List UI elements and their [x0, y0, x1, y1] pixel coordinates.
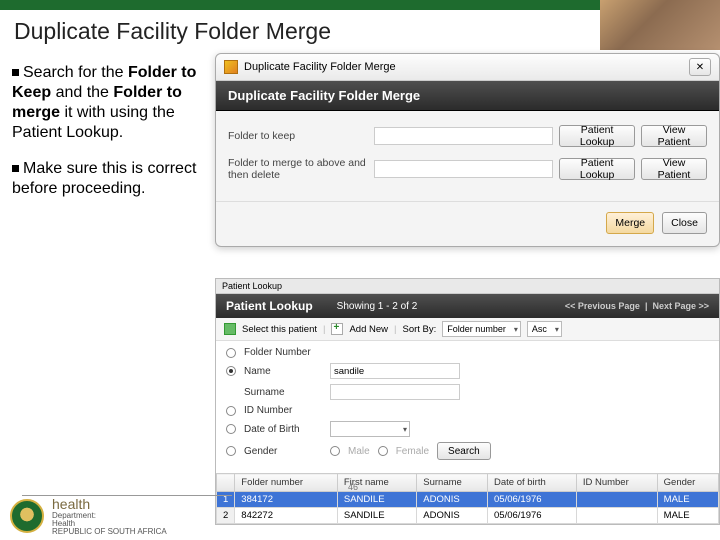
select-icon [224, 323, 236, 335]
page-number: 46 [348, 482, 358, 492]
radio-id[interactable] [226, 406, 236, 416]
sort-field-select[interactable]: Folder number [442, 321, 521, 337]
name-input[interactable] [330, 363, 460, 379]
merge-dialog: Duplicate Facility Folder Merge ✕ Duplic… [215, 53, 720, 247]
table-row[interactable]: 2 842272 SANDILE ADONIS 05/06/1976 MALE [217, 508, 719, 524]
bullet-icon [12, 69, 19, 76]
add-icon [331, 323, 343, 335]
radio-gender[interactable] [226, 446, 236, 456]
folder-keep-input[interactable] [374, 127, 553, 145]
patient-lookup-panel: Patient Lookup Patient Lookup Showing 1 … [215, 278, 720, 525]
search-button[interactable]: Search [437, 442, 491, 460]
footer-branding: health Department: Health REPUBLIC OF SO… [10, 496, 167, 536]
sort-dir-select[interactable]: Asc [527, 321, 562, 337]
surname-input[interactable] [330, 384, 460, 400]
window-title: Duplicate Facility Folder Merge [244, 61, 396, 73]
patient-lookup-button-2[interactable]: Patient Lookup [559, 158, 635, 180]
close-button[interactable]: Close [662, 212, 707, 234]
bullet-2: Make sure this is correct before proceed… [12, 159, 207, 199]
merge-button[interactable]: Merge [606, 212, 654, 234]
app-icon [224, 60, 238, 74]
crest-icon [10, 499, 44, 533]
view-patient-button-2[interactable]: View Patient [641, 158, 707, 180]
sortby-label: Sort By: [403, 324, 437, 335]
dob-picker[interactable] [330, 421, 410, 437]
table-row[interactable]: 1 384172 SANDILE ADONIS 05/06/1976 MALE [217, 492, 719, 508]
results-table: Folder number First name Surname Date of… [216, 473, 719, 524]
close-icon[interactable]: ✕ [689, 58, 711, 76]
add-new-link[interactable]: Add New [349, 324, 388, 335]
radio-dob[interactable] [226, 424, 236, 434]
header-photo [600, 0, 720, 50]
folder-keep-label: Folder to keep [228, 130, 368, 142]
bullet-1: Search for the Folder to Keep and the Fo… [12, 63, 207, 143]
panel-title: Patient Lookup [226, 299, 313, 313]
patient-lookup-button[interactable]: Patient Lookup [559, 125, 635, 147]
radio-folder[interactable] [226, 348, 236, 358]
folder-merge-input[interactable] [374, 160, 553, 178]
result-count: Showing 1 - 2 of 2 [337, 301, 418, 312]
dialog-header: Duplicate Facility Folder Merge [216, 81, 719, 111]
slide-title: Duplicate Facility Folder Merge [14, 18, 331, 45]
surname-label: Surname [244, 387, 322, 398]
panel-tab: Patient Lookup [216, 279, 719, 294]
next-page-link[interactable]: Next Page >> [652, 301, 709, 311]
prev-page-link[interactable]: << Previous Page [565, 301, 640, 311]
view-patient-button[interactable]: View Patient [641, 125, 707, 147]
bullet-icon [12, 165, 19, 172]
folder-merge-label: Folder to merge to above and then delete [228, 157, 368, 181]
radio-name[interactable] [226, 366, 236, 376]
radio-male[interactable] [330, 446, 340, 456]
radio-female[interactable] [378, 446, 388, 456]
select-patient-link[interactable]: Select this patient [242, 324, 317, 335]
